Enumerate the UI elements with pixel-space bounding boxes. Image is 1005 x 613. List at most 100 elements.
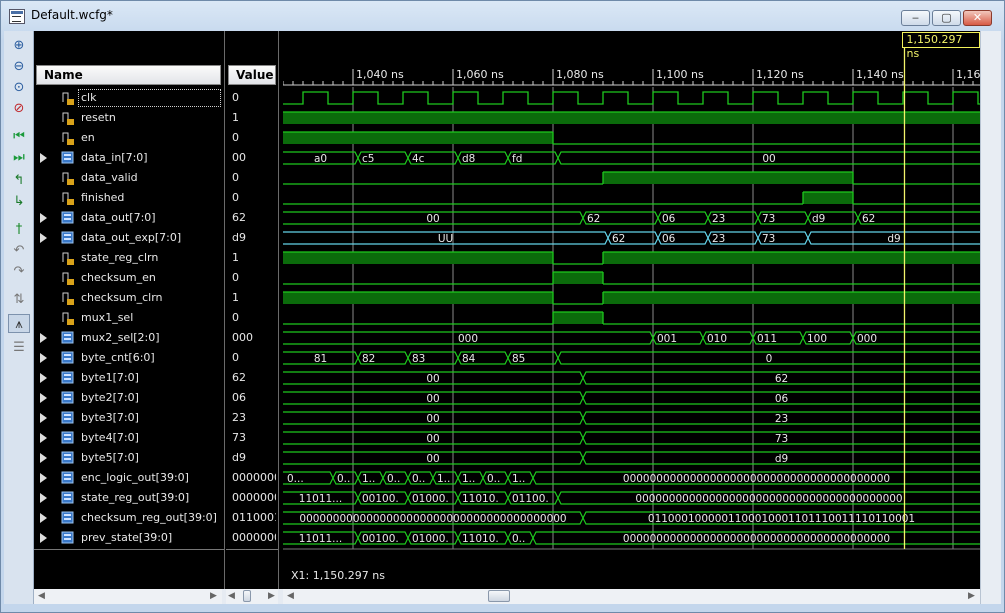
bus-signal-icon (61, 151, 74, 164)
signal-row[interactable]: prev_state[39:0] (34, 528, 224, 548)
next-marker-icon[interactable]: ↷ (8, 262, 30, 281)
value-scrollbar-thumb[interactable] (243, 590, 251, 602)
maximize-button[interactable]: ▢ (932, 10, 961, 26)
signal-row[interactable]: checksum_en (34, 268, 224, 288)
expand-arrow-icon[interactable] (40, 413, 47, 423)
expand-arrow-icon[interactable] (40, 233, 47, 243)
vertical-scrollbar[interactable] (980, 31, 1001, 604)
bus-value-label: d9 (887, 233, 900, 245)
name-column: clk resetn en data_in[7:0] data_valid finishe… (34, 31, 225, 589)
scroll-right-icon[interactable]: ▶ (210, 591, 217, 601)
signal-row[interactable]: finished (34, 188, 224, 208)
signal-row[interactable]: data_out[7:0] (34, 208, 224, 228)
expand-arrow-icon[interactable] (40, 213, 47, 223)
bus-value-label: 4c (412, 153, 425, 165)
signal-row[interactable]: byte1[7:0] (34, 368, 224, 388)
expand-arrow-icon[interactable] (40, 453, 47, 463)
previous-transition-icon[interactable]: ↰ (8, 171, 30, 190)
signal-row[interactable]: checksum_clrn (34, 288, 224, 308)
bus-value-label: 0.. (412, 473, 425, 485)
expand-arrow-icon[interactable] (40, 153, 47, 163)
signal-row[interactable]: checksum_reg_out[39:0] (34, 508, 224, 528)
signal-row[interactable]: state_reg_clrn (34, 248, 224, 268)
signal-row[interactable]: mux1_sel (34, 308, 224, 328)
zoom-to-cursor-icon[interactable]: ⊘ (8, 99, 30, 118)
signal-row[interactable]: en (34, 128, 224, 148)
signal-name: data_valid (81, 171, 138, 184)
time-scrollbar[interactable]: ◀ ▶ (283, 589, 980, 604)
signal-row[interactable]: resetn (34, 108, 224, 128)
expand-arrow-icon[interactable] (40, 433, 47, 443)
expand-arrow-icon[interactable] (40, 353, 47, 363)
add-marker-icon[interactable]: † (8, 220, 30, 239)
signal-row[interactable]: byte_cnt[6:0] (34, 348, 224, 368)
signal-row[interactable]: data_in[7:0] (34, 148, 224, 168)
name-scrollbar[interactable]: ◀ ▶ (34, 589, 222, 604)
expand-arrow-icon[interactable] (40, 533, 47, 543)
signal-name: byte2[7:0] (81, 391, 139, 404)
bus-value-label: 000 (458, 333, 478, 345)
ruler-tick-label: 1,160 ns (956, 68, 980, 81)
signal-name: mux1_sel (81, 311, 134, 324)
signal-name: checksum_clrn (81, 291, 163, 304)
go-to-end-icon[interactable]: ⏭ (8, 148, 30, 167)
value-column-header[interactable]: Value (228, 65, 276, 85)
ruler-tick-label: 1,140 ns (856, 68, 904, 81)
bus-value-label: c5 (362, 153, 374, 165)
value-scrollbar[interactable]: ◀ ▶ (226, 589, 278, 604)
signal-value: 73 (232, 431, 246, 444)
signal-row[interactable]: state_reg_out[39:0] (34, 488, 224, 508)
window-title: Default.wcfg* (31, 8, 113, 22)
signal-row[interactable]: byte2[7:0] (34, 388, 224, 408)
scroll-left-icon[interactable]: ◀ (228, 591, 235, 601)
scroll-left-icon[interactable]: ◀ (287, 591, 294, 601)
bus-value-label: 00100. (362, 493, 399, 505)
swap-cursors-icon[interactable]: ⇅ (8, 290, 30, 309)
name-column-header[interactable]: Name (36, 65, 221, 85)
signal-name: state_reg_out[39:0] (81, 491, 190, 504)
bus-value-label: d9 (775, 453, 788, 465)
expand-arrow-icon[interactable] (40, 333, 47, 343)
scroll-right-icon[interactable]: ▶ (268, 591, 275, 601)
signal-row[interactable]: byte4[7:0] (34, 428, 224, 448)
scroll-right-icon[interactable]: ▶ (968, 591, 975, 601)
signal-row[interactable]: byte5[7:0] (34, 448, 224, 468)
cursor-time-label[interactable]: 1,150.297 ns (902, 32, 980, 60)
expand-arrow-icon[interactable] (40, 493, 47, 503)
close-button[interactable]: ✕ (963, 10, 992, 26)
zoom-fit-icon[interactable]: ⊙ (8, 78, 30, 97)
expand-arrow-icon[interactable] (40, 393, 47, 403)
bus-value-label: 84 (462, 353, 476, 365)
waveform-canvas[interactable]: 1,040 ns 1,060 ns 1,080 ns 1,100 ns 1,120 ns… (283, 31, 980, 589)
signal-row[interactable]: data_valid (34, 168, 224, 188)
signal-row[interactable]: mux2_sel[2:0] (34, 328, 224, 348)
bus-value-label: 0 (766, 353, 773, 365)
next-transition-icon[interactable]: ↳ (8, 192, 30, 211)
zoom-in-icon[interactable]: ⊕ (8, 36, 30, 55)
zoom-out-icon[interactable]: ⊖ (8, 57, 30, 76)
previous-marker-icon[interactable]: ↶ (8, 241, 30, 260)
bus-value-label: 1.. (462, 473, 475, 485)
signal-name: byte_cnt[6:0] (81, 351, 155, 364)
signal-row[interactable]: byte3[7:0] (34, 408, 224, 428)
waveform-plot[interactable]: 1,040 ns 1,060 ns 1,080 ns 1,100 ns 1,120 ns… (283, 31, 980, 589)
signal-value: 1 (232, 111, 239, 124)
signal-value: 0 (232, 311, 239, 324)
snap-to-transition-icon[interactable]: ⩚ (8, 314, 30, 333)
expand-arrow-icon[interactable] (40, 473, 47, 483)
floating-ruler-icon[interactable]: ☰ (8, 338, 30, 357)
logic-high-fill (283, 112, 980, 124)
title-bar[interactable]: Default.wcfg* ‒ ▢ ✕ (1, 1, 1004, 31)
bus-value-label: 01100. (512, 493, 549, 505)
logic-high-fill (283, 132, 553, 144)
time-scrollbar-thumb[interactable] (488, 590, 510, 602)
signal-row[interactable]: data_out_exp[7:0] (34, 228, 224, 248)
bus-value-label: 23 (775, 413, 788, 425)
scroll-left-icon[interactable]: ◀ (38, 591, 45, 601)
minimize-button[interactable]: ‒ (901, 10, 930, 26)
expand-arrow-icon[interactable] (40, 373, 47, 383)
expand-arrow-icon[interactable] (40, 513, 47, 523)
go-to-start-icon[interactable]: ⏮ (8, 127, 30, 146)
bus-value-label: 06 (662, 213, 676, 225)
signal-row[interactable]: enc_logic_out[39:0] (34, 468, 224, 488)
